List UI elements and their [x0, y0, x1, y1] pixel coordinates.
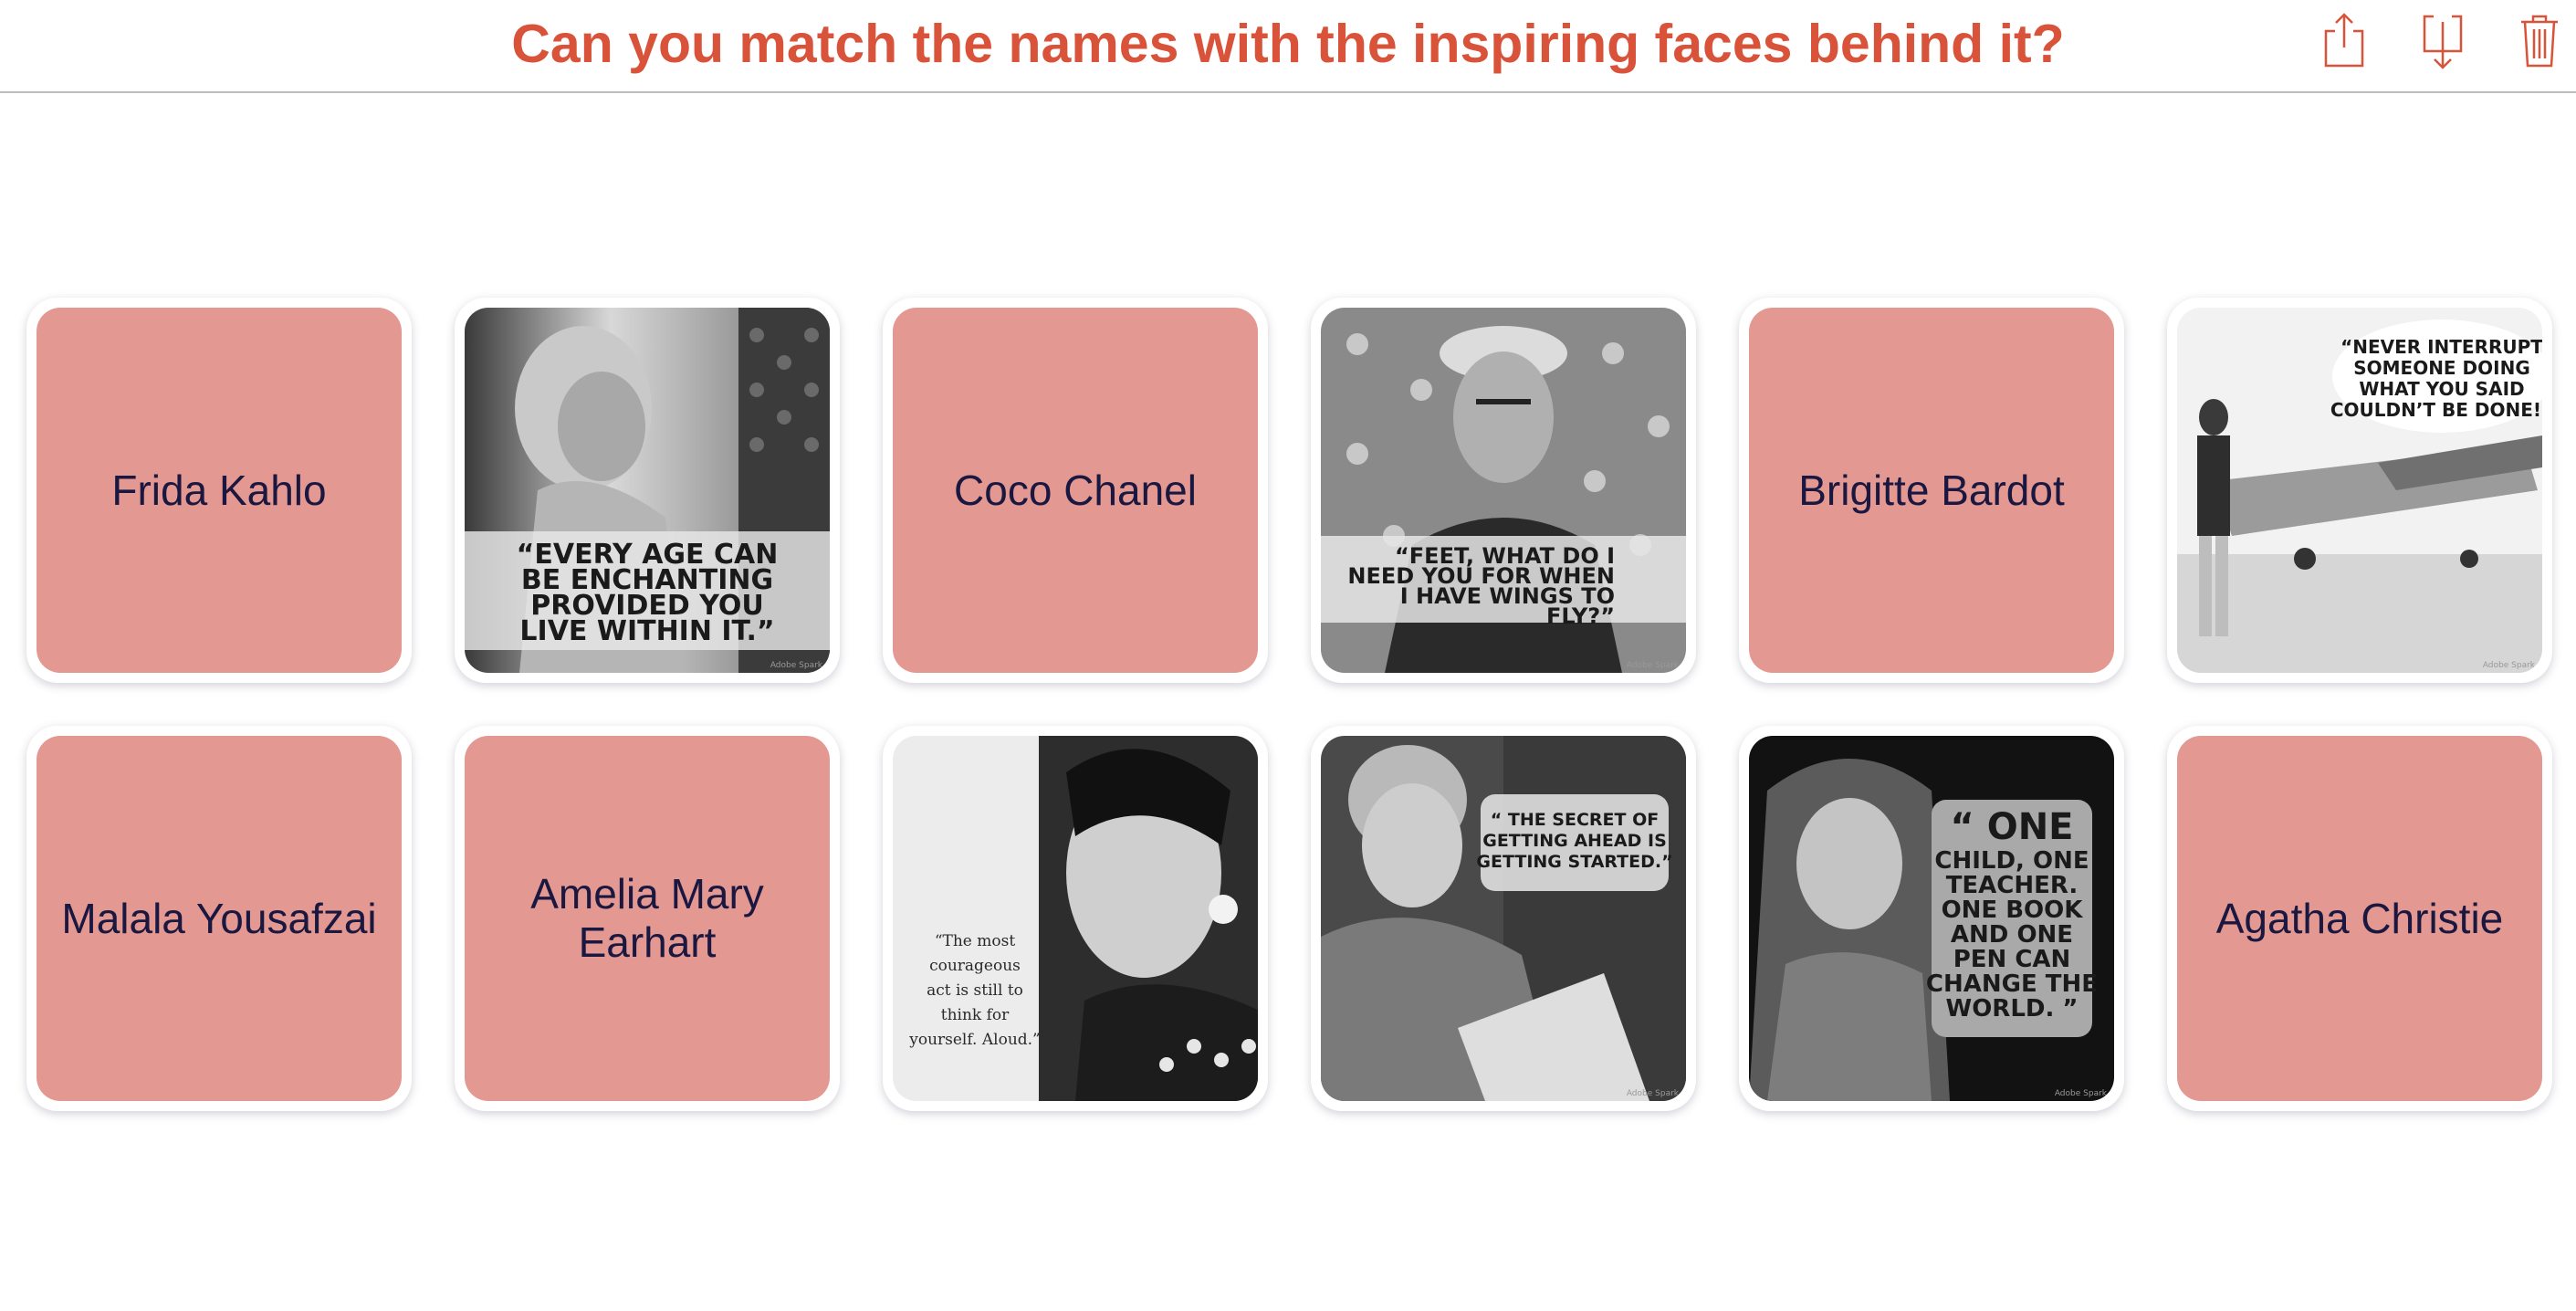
card-face: Agatha Christie [2177, 736, 2542, 1101]
malala-quote-line: WORLD. ” [1946, 995, 2079, 1023]
chanel-quote-line: act is still to [927, 981, 1023, 1000]
card-face: Malala Yousafzai [37, 736, 402, 1101]
earhart-quote-line: “NEVER INTERRUPT [2340, 336, 2542, 358]
bardot-portrait-image: “EVERY AGE CAN BE ENCHANTING PROVIDED YO… [465, 308, 830, 673]
download-icon[interactable] [2415, 9, 2470, 73]
card-malala-yousafzai[interactable]: Malala Yousafzai [26, 726, 412, 1111]
page-title: Can you match the names with the inspiri… [511, 14, 2065, 74]
card-face: Coco Chanel [893, 308, 1258, 673]
bardot-quote-line: LIVE WITHIN IT.” [519, 615, 774, 647]
card-face: “ ONE CHILD, ONE TEACHER. ONE BOOK AND O… [1749, 736, 2114, 1101]
card-brigitte-bardot[interactable]: Brigitte Bardot [1739, 298, 2124, 683]
card-chanel-photo[interactable]: “The most courageous act is still to thi… [883, 726, 1268, 1111]
card-face: “EVERY AGE CAN BE ENCHANTING PROVIDED YO… [465, 308, 830, 673]
card-coco-chanel[interactable]: Coco Chanel [883, 298, 1268, 683]
watermark: Adobe Spark [1627, 661, 1680, 670]
card-name-label: Brigitte Bardot [1798, 466, 2065, 514]
earhart-portrait-image: “NEVER INTERRUPT SOMEONE DOING WHAT YOU … [2177, 308, 2542, 673]
card-face: “The most courageous act is still to thi… [893, 736, 1258, 1101]
watermark: Adobe Spark [770, 661, 823, 670]
kahlo-quote-line: FLY?” [1546, 603, 1615, 629]
christie-portrait-image: “ THE SECRET OF GETTING AHEAD IS GETTING… [1321, 736, 1686, 1101]
card-face: “NEVER INTERRUPT SOMEONE DOING WHAT YOU … [2177, 308, 2542, 673]
chanel-quote-line: courageous [929, 957, 1021, 975]
watermark: Adobe Spark [1627, 1089, 1680, 1098]
chanel-portrait-image: “The most courageous act is still to thi… [893, 736, 1258, 1101]
card-name-label: Agatha Christie [2215, 894, 2504, 942]
card-face: “FEET, WHAT DO I NEED YOU FOR WHEN I HAV… [1321, 308, 1686, 673]
card-amelia-earhart[interactable]: Amelia Mary Earhart [455, 726, 840, 1111]
malala-quote-line: PEN CAN [1953, 946, 2071, 973]
christie-quote-line: GETTING AHEAD IS [1482, 831, 1667, 851]
earhart-quote-line: WHAT YOU SAID [2359, 378, 2524, 400]
card-frida-kahlo[interactable]: Frida Kahlo [26, 298, 412, 683]
card-earhart-photo[interactable]: “NEVER INTERRUPT SOMEONE DOING WHAT YOU … [2167, 298, 2552, 683]
card-kahlo-photo[interactable]: “FEET, WHAT DO I NEED YOU FOR WHEN I HAV… [1311, 298, 1696, 683]
card-face: Brigitte Bardot [1749, 308, 2114, 673]
card-name-label: Frida Kahlo [111, 466, 327, 514]
malala-quote-line: CHILD, ONE [1934, 847, 2089, 875]
malala-quote-line: AND ONE [1951, 921, 2073, 949]
malala-quote-line: “ ONE [1950, 806, 2073, 848]
card-bardot-photo[interactable]: “EVERY AGE CAN BE ENCHANTING PROVIDED YO… [455, 298, 840, 683]
earhart-quote-line: SOMEONE DOING [2353, 357, 2530, 379]
malala-quote-line: TEACHER. [1946, 872, 2079, 899]
earhart-quote-line: COULDN’T BE DONE!” [2330, 399, 2542, 421]
card-malala-photo[interactable]: “ ONE CHILD, ONE TEACHER. ONE BOOK AND O… [1739, 726, 2124, 1111]
trash-icon[interactable] [2512, 9, 2567, 73]
chanel-quote-line: “The most [935, 932, 1016, 950]
card-face: “ THE SECRET OF GETTING AHEAD IS GETTING… [1321, 736, 1686, 1101]
card-face: Amelia Mary Earhart [465, 736, 830, 1101]
card-name-label: Amelia Mary Earhart [530, 870, 764, 966]
card-christie-photo[interactable]: “ THE SECRET OF GETTING AHEAD IS GETTING… [1311, 726, 1696, 1111]
watermark: Adobe Spark [2055, 1089, 2108, 1098]
card-name-label: Coco Chanel [954, 466, 1197, 514]
malala-quote-line: ONE BOOK [1942, 897, 2084, 924]
share-icon[interactable] [2317, 9, 2372, 73]
card-agatha-christie[interactable]: Agatha Christie [2167, 726, 2552, 1111]
card-name-label: Malala Yousafzai [61, 894, 377, 942]
malala-quote-line: CHANGE THE [1926, 970, 2098, 998]
kahlo-portrait-image: “FEET, WHAT DO I NEED YOU FOR WHEN I HAV… [1321, 308, 1686, 673]
christie-quote-line: GETTING STARTED.” [1476, 852, 1672, 872]
chanel-quote-line: think for [941, 1006, 1010, 1024]
card-face: Frida Kahlo [37, 308, 402, 673]
chanel-quote-line: yourself. Aloud.” [908, 1031, 1041, 1049]
watermark: Adobe Spark [2483, 661, 2536, 670]
header-bar: Can you match the names with the inspiri… [0, 0, 2576, 93]
malala-portrait-image: “ ONE CHILD, ONE TEACHER. ONE BOOK AND O… [1749, 736, 2114, 1101]
christie-quote-line: “ THE SECRET OF [1491, 810, 1659, 830]
